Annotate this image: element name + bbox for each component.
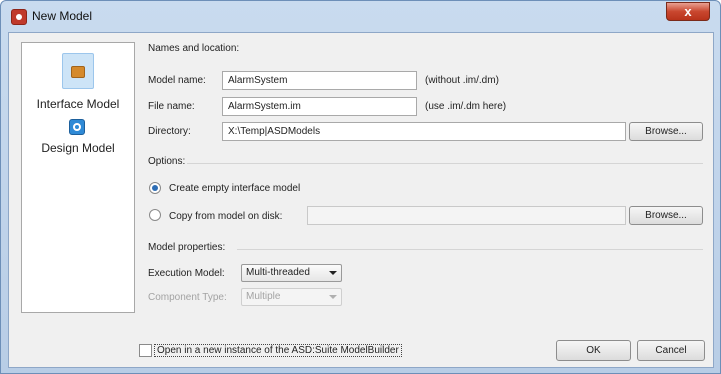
component-type-select[interactable]: Multiple bbox=[241, 288, 342, 306]
app-icon bbox=[11, 9, 27, 25]
names-location-header: Names and location: bbox=[148, 43, 240, 54]
open-new-instance-label[interactable]: Open in a new instance of the ASD:Suite … bbox=[154, 344, 402, 357]
title-bar[interactable]: New Model x bbox=[1, 1, 720, 31]
component-type-label: Component Type: bbox=[148, 292, 227, 303]
model-name-label: Model name: bbox=[148, 75, 206, 86]
copy-from-label[interactable]: Copy from model on disk: bbox=[169, 211, 282, 222]
design-model-icon bbox=[62, 115, 94, 141]
properties-divider bbox=[237, 249, 703, 250]
directory-label: Directory: bbox=[148, 126, 191, 137]
model-properties-header: Model properties: bbox=[148, 242, 226, 253]
directory-browse-button[interactable]: Browse... bbox=[629, 122, 703, 141]
options-divider bbox=[187, 163, 703, 164]
file-name-hint: (use .im/.dm here) bbox=[425, 101, 507, 112]
file-name-label: File name: bbox=[148, 101, 195, 112]
model-type-interface[interactable]: Interface Model bbox=[22, 53, 134, 113]
cancel-button[interactable]: Cancel bbox=[637, 340, 705, 361]
create-empty-radio[interactable] bbox=[149, 182, 161, 194]
close-button[interactable]: x bbox=[666, 2, 710, 21]
model-type-design[interactable]: Design Model bbox=[22, 115, 134, 165]
options-header: Options: bbox=[148, 156, 186, 167]
create-empty-label[interactable]: Create empty interface model bbox=[169, 183, 300, 194]
new-model-dialog: New Model x Interface Model Design Model… bbox=[0, 0, 721, 374]
model-type-list: Interface Model Design Model bbox=[21, 42, 135, 313]
model-name-input[interactable]: AlarmSystem bbox=[222, 71, 417, 90]
open-new-instance-checkbox[interactable] bbox=[139, 344, 152, 357]
model-name-hint: (without .im/.dm) bbox=[425, 75, 499, 86]
model-type-label: Design Model bbox=[41, 141, 115, 155]
copy-from-browse-button[interactable]: Browse... bbox=[629, 206, 703, 225]
chevron-down-icon bbox=[329, 271, 337, 275]
component-type-value: Multiple bbox=[246, 291, 281, 302]
execution-model-value: Multi-threaded bbox=[246, 267, 310, 278]
dialog-body: Interface Model Design Model Names and l… bbox=[8, 32, 714, 368]
execution-model-label: Execution Model: bbox=[148, 268, 225, 279]
ok-button[interactable]: OK bbox=[556, 340, 631, 361]
directory-input[interactable]: X:\Temp|ASDModels bbox=[222, 122, 626, 141]
interface-model-icon bbox=[62, 53, 94, 89]
copy-from-input[interactable] bbox=[307, 206, 626, 225]
copy-from-radio[interactable] bbox=[149, 209, 161, 221]
window-title: New Model bbox=[32, 9, 93, 23]
file-name-input[interactable]: AlarmSystem.im bbox=[222, 97, 417, 116]
execution-model-select[interactable]: Multi-threaded bbox=[241, 264, 342, 282]
chevron-down-icon bbox=[329, 295, 337, 299]
model-type-label: Interface Model bbox=[36, 97, 120, 111]
